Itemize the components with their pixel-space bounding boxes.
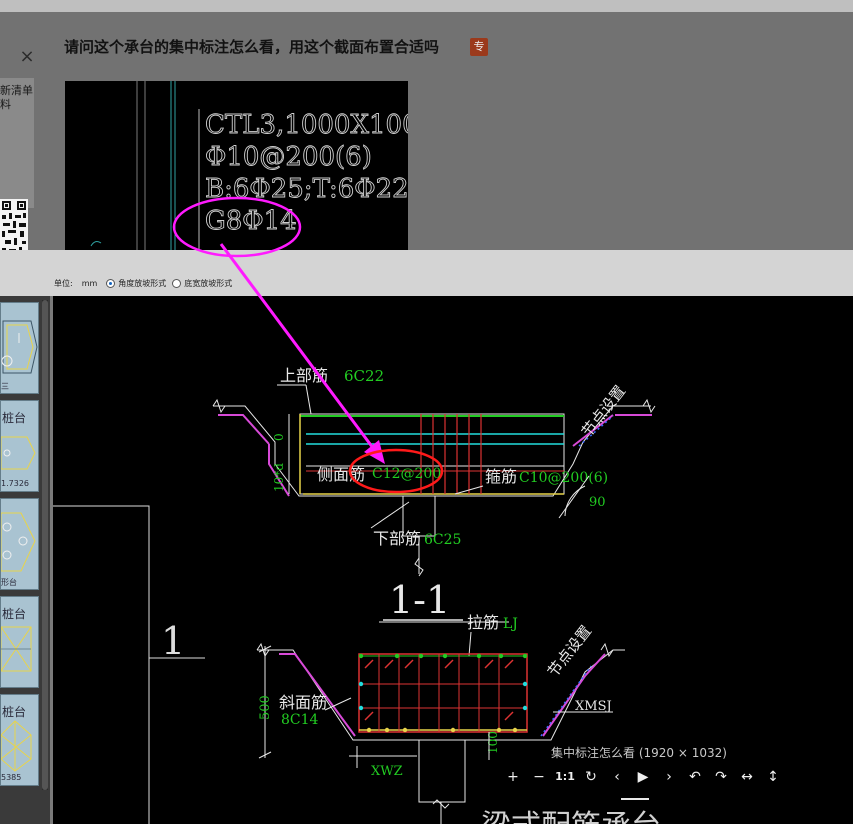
sidebar-scrollbar[interactable] [42, 300, 48, 790]
zoom-out-icon[interactable]: − [526, 767, 552, 787]
cad-drawing: 1 上部筋 6C22 0 10*d 侧面筋 C12@200 箍筋 C10@200… [53, 366, 661, 824]
zoom-in-icon[interactable]: + [500, 767, 526, 787]
xwz-label: XWZ [371, 764, 403, 779]
thumb-text-1: CTL3,1000X1000 [205, 110, 408, 140]
thumbnail-item[interactable]: 形台 [0, 498, 39, 590]
thumbnail-caption: 5385 [1, 773, 22, 782]
thumbnail-shape [1, 626, 32, 672]
rotate-left-icon[interactable]: ↶ [682, 767, 708, 787]
dim-zero: 0 [272, 433, 286, 441]
flip-vertical-icon[interactable]: ↕ [760, 767, 786, 787]
stirrup-label: 箍筋 [485, 467, 517, 486]
thumbnail-item[interactable]: 桩台 [0, 596, 39, 688]
close-icon[interactable]: × [18, 48, 36, 66]
section-title: 1-1 [389, 578, 450, 622]
thumbnail-item[interactable]: 桩台 1.7326 [0, 400, 39, 492]
reset-icon[interactable]: ↻ [578, 767, 604, 787]
thumb-text-2: Φ10@200(6) [205, 142, 372, 172]
post-attachment-image[interactable]: CTL3,1000X1000 Φ10@200(6) B:6Φ25;T:6Φ22 … [65, 81, 408, 250]
tie-value: LJ [503, 616, 518, 632]
expert-badge[interactable]: 专 [470, 38, 488, 56]
viewer-toolbar: + − 1:1 ↻ ‹ ▶ › ↶ ↷ ↔ ↕ [500, 767, 786, 787]
node-setting-label-2: 节点设置 [544, 622, 595, 680]
image-caption: 集中标注怎么看 (1920 × 1032) [551, 746, 727, 760]
rotate-right-icon[interactable]: ↷ [708, 767, 734, 787]
side-rebar-label: 侧面筋 [317, 465, 365, 484]
thumbnail-shape [1, 320, 38, 374]
cad-thumbnail-svg: CTL3,1000X1000 Φ10@200(6) B:6Φ25;T:6Φ22 … [90, 81, 408, 250]
thumbnail-caption: 三 [1, 382, 9, 391]
stirrup-value: C10@200(6) [519, 470, 608, 486]
actual-size-button[interactable]: 1:1 [552, 767, 578, 787]
dim-10d: 10*d [272, 463, 286, 492]
radio-angle-label: 角度放坡形式 [118, 279, 167, 288]
angle-value: 90 [589, 495, 606, 510]
top-rebar-value: 6C22 [344, 367, 384, 385]
dim-500: 500 [258, 695, 273, 720]
tie-label: 拉筋 [467, 613, 499, 632]
thumbnail-caption: 1.7326 [1, 479, 29, 488]
thumb-text-4: G8Φ14 [205, 206, 297, 236]
dim-100: 100 [486, 731, 500, 754]
play-icon[interactable]: ▶ [630, 767, 656, 787]
thumbnail-item[interactable]: 桩台 5385 [0, 694, 39, 786]
bottom-rebar-value: 6C25 [424, 532, 461, 548]
bottom-rebar-label: 下部筋 [373, 529, 421, 548]
thumbnail-shape [1, 720, 32, 772]
unit-label: 单位: [54, 279, 73, 288]
radio-bottom-width[interactable] [172, 279, 182, 288]
promo-line-2: 料 [0, 98, 11, 111]
slope-rebar-value: 8C14 [281, 712, 319, 728]
side-rebar-value: C12@200 [372, 466, 441, 482]
thumbnail-caption: 形台 [1, 578, 17, 587]
thumb-text-3: B:6Φ25;T:6Φ22 [205, 174, 408, 204]
top-rebar-label: 上部筋 [280, 366, 328, 385]
radio-bottom-label: 底宽放坡形式 [184, 279, 233, 288]
viewer-header-band [0, 250, 853, 296]
side-promo-card[interactable]: 新清单 料 [0, 78, 34, 271]
thumbnail-shape [1, 436, 36, 470]
prev-icon[interactable]: ‹ [604, 767, 630, 787]
post-title: 请问这个承台的集中标注怎么看，用这个截面布置合适吗 [64, 38, 440, 56]
unit-selector: 单位: mm 角度放坡形式 底宽放坡形式 [54, 278, 232, 289]
next-icon[interactable]: › [656, 767, 682, 787]
unit-value: mm [81, 279, 98, 288]
node-setting-label: 节点设置 [578, 382, 629, 440]
radio-angle-slope[interactable] [106, 279, 116, 288]
thumbnail-item[interactable]: 三 [0, 302, 39, 394]
slope-rebar-label: 斜面筋 [279, 693, 327, 712]
top-strip [0, 0, 853, 12]
scrollbar-thumb[interactable] [42, 300, 48, 790]
image-viewer-canvas[interactable]: 1 上部筋 6C22 0 10*d 侧面筋 C12@200 箍筋 C10@200… [53, 296, 853, 824]
flip-horizontal-icon[interactable]: ↔ [734, 767, 760, 787]
section-marker-1: 1 [161, 619, 185, 663]
bottom-title: 梁式配筋承台 [481, 809, 661, 824]
thumbnail-shape [1, 512, 36, 572]
